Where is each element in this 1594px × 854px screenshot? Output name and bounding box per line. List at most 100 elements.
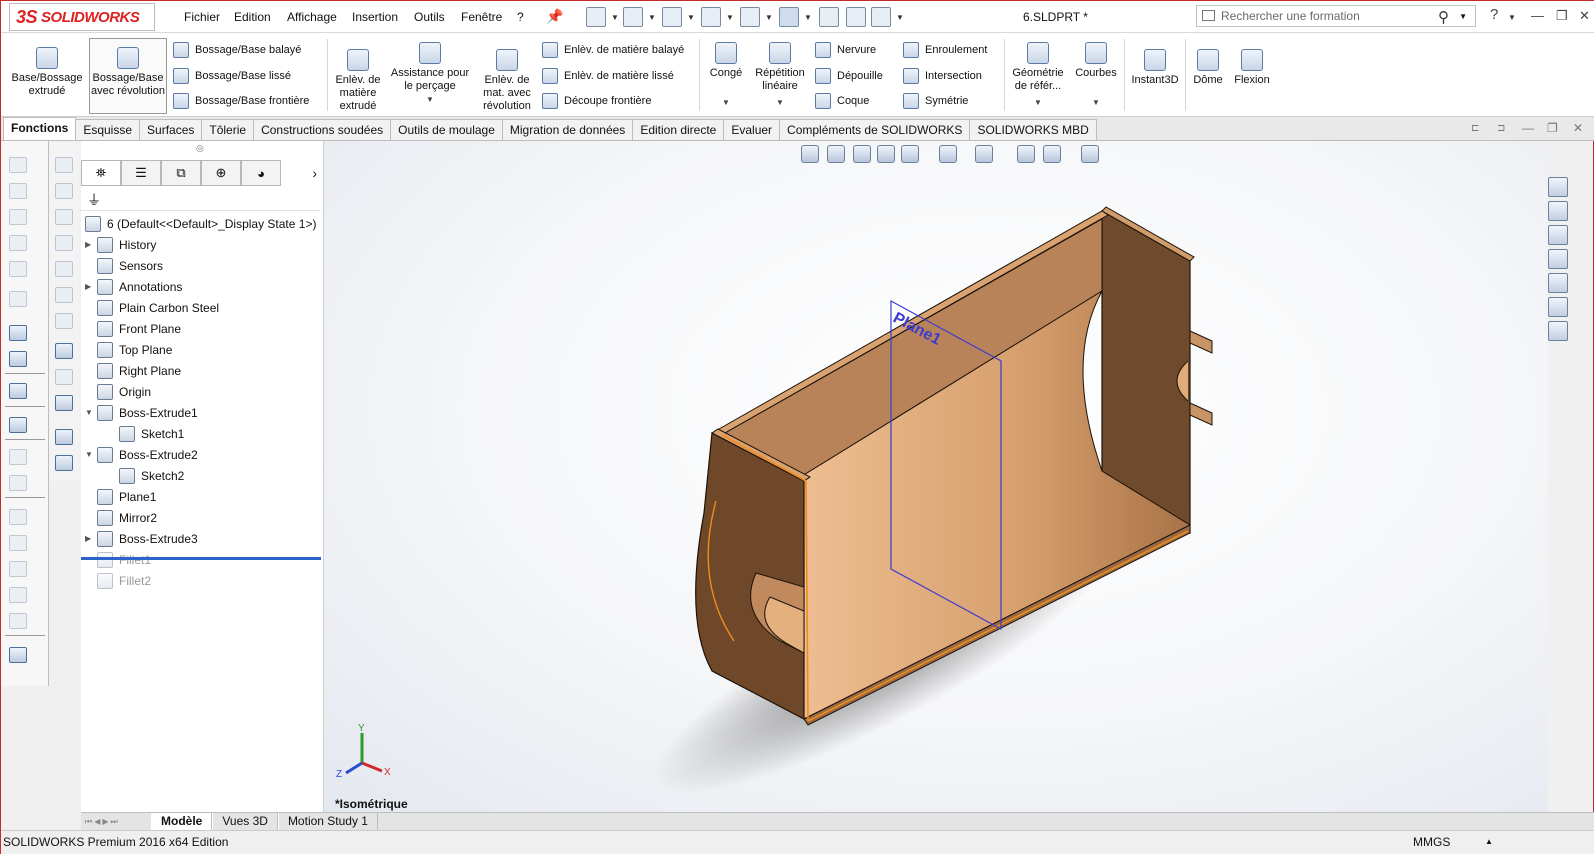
doc-close-icon[interactable]: ✕ bbox=[1573, 121, 1583, 135]
solidworks-logo[interactable]: 3S SOLIDWORKS bbox=[9, 3, 155, 31]
lofted-boss-button[interactable]: Bossage/Base lissé bbox=[173, 68, 291, 84]
menu-insertion[interactable]: Insertion bbox=[352, 10, 398, 24]
tab-constructions-soudees[interactable]: Constructions soudées bbox=[253, 119, 392, 140]
tab-surfaces[interactable]: Surfaces bbox=[139, 119, 203, 140]
next-tab-icon[interactable]: ▶ bbox=[102, 817, 108, 826]
menu-affichage[interactable]: Affichage bbox=[287, 10, 337, 24]
weldment-icon[interactable] bbox=[9, 509, 27, 525]
zoom-to-fit-icon[interactable] bbox=[801, 145, 819, 163]
tab-outils-de-moulage[interactable]: Outils de moulage bbox=[390, 119, 503, 140]
hole-wizard-dropdown-icon[interactable]: ▼ bbox=[387, 93, 473, 106]
tile-right-icon[interactable]: ⊐ bbox=[1497, 123, 1505, 134]
dome-button[interactable]: Dôme bbox=[1189, 49, 1227, 87]
design-library-icon[interactable] bbox=[1548, 201, 1568, 221]
view-orientation-icon[interactable] bbox=[901, 145, 919, 163]
expand-toggle-icon[interactable]: ▶ bbox=[85, 240, 97, 249]
section-view-icon[interactable] bbox=[877, 145, 895, 163]
tree-item-boss-extrude3[interactable]: ▶ Boss-Extrude3 bbox=[85, 528, 321, 549]
revolved-cut-button[interactable]: Enlèv. de mat. avec révolution bbox=[477, 49, 537, 113]
tree-root-part[interactable]: 6 (Default<<Default>_Display State 1>) bbox=[85, 213, 321, 234]
sketch-tool-icon[interactable] bbox=[9, 157, 27, 173]
tree-item-plane1[interactable]: Plane1 bbox=[85, 486, 321, 507]
first-tab-icon[interactable]: ⏮ bbox=[85, 817, 92, 827]
tab-scroll-arrows[interactable]: ⏮ ◀ ▶ ⏭ bbox=[81, 813, 151, 830]
tree-item-origin[interactable]: Origin bbox=[85, 381, 321, 402]
units-indicator[interactable]: MMGS bbox=[1413, 835, 1450, 849]
mirror-button[interactable]: Symétrie bbox=[903, 93, 968, 109]
select-pointer-icon[interactable] bbox=[779, 7, 799, 27]
units-dropdown-icon[interactable]: ▲ bbox=[1485, 837, 1493, 846]
save-dropdown-icon[interactable]: ▼ bbox=[687, 13, 695, 22]
apply-scene-icon[interactable] bbox=[1043, 145, 1061, 163]
options-dropdown-icon[interactable]: ▼ bbox=[896, 13, 904, 22]
hide-show-items-icon[interactable] bbox=[975, 145, 993, 163]
part-model[interactable]: Plane1 Y X Z bbox=[324, 141, 1548, 813]
rebuild-traffic-light-icon[interactable] bbox=[819, 7, 839, 27]
hole-shortcut-icon[interactable] bbox=[55, 313, 73, 329]
measure-icon[interactable] bbox=[9, 647, 27, 663]
tab-esquisse[interactable]: Esquisse bbox=[75, 119, 141, 140]
last-tab-icon[interactable]: ⏭ bbox=[111, 817, 118, 827]
hole-wizard-button[interactable]: Assistance pour le perçage ▼ bbox=[387, 42, 473, 106]
save-icon[interactable] bbox=[662, 7, 682, 27]
display-shortcut-icon[interactable] bbox=[55, 395, 73, 411]
solidworks-resources-icon[interactable] bbox=[1548, 177, 1568, 197]
linear-pattern-button[interactable]: Répétition linéaire ▼ bbox=[751, 42, 809, 109]
reference-axis-icon[interactable] bbox=[9, 351, 27, 367]
tab-edition-directe[interactable]: Edition directe bbox=[632, 119, 725, 140]
menu-fenetre[interactable]: Fenêtre bbox=[461, 10, 502, 24]
evaluate-icon[interactable] bbox=[9, 417, 27, 433]
features-icon[interactable] bbox=[9, 325, 27, 341]
file-properties-icon[interactable] bbox=[846, 7, 866, 27]
tree-item-top-plane[interactable]: Top Plane bbox=[85, 339, 321, 360]
new-dropdown-icon[interactable]: ▼ bbox=[611, 13, 619, 22]
rib-button[interactable]: Nervure bbox=[815, 42, 876, 58]
tree-item-history[interactable]: ▶ History bbox=[85, 234, 321, 255]
search-dropdown-icon[interactable]: ▼ bbox=[1459, 12, 1467, 21]
solidworks-forum-icon[interactable] bbox=[1548, 321, 1568, 341]
expand-toggle-icon[interactable]: ▶ bbox=[85, 282, 97, 291]
search-icon[interactable]: ⚲ bbox=[1438, 8, 1449, 26]
tab-vues-3d[interactable]: Vues 3D bbox=[212, 813, 278, 830]
undo-icon[interactable] bbox=[740, 7, 760, 27]
view-palette-icon[interactable] bbox=[1548, 249, 1568, 269]
curves-dropdown-icon[interactable]: ▼ bbox=[1071, 96, 1121, 109]
undo-dropdown-icon[interactable]: ▼ bbox=[765, 13, 773, 22]
intersect-button[interactable]: Intersection bbox=[903, 68, 982, 84]
draft-button[interactable]: Dépouille bbox=[815, 68, 883, 84]
reference-geometry-button[interactable]: Géométrie de référ... ▼ bbox=[1008, 42, 1068, 109]
tree-item-mirror2[interactable]: Mirror2 bbox=[85, 507, 321, 528]
chamfer-shortcut-icon[interactable] bbox=[55, 369, 73, 385]
feature-tree-tab[interactable]: ⛯ bbox=[81, 160, 121, 186]
menu-help[interactable]: ? bbox=[517, 10, 524, 24]
menu-outils[interactable]: Outils bbox=[414, 10, 445, 24]
swept-boss-button[interactable]: Bossage/Base balayé bbox=[173, 42, 301, 58]
tree-item-fillet2[interactable]: Fillet2 bbox=[85, 570, 321, 591]
view-shortcut-icon[interactable] bbox=[55, 455, 73, 471]
options-gear-icon[interactable] bbox=[871, 7, 891, 27]
previous-view-icon[interactable] bbox=[853, 145, 871, 163]
fillet-shortcut-icon[interactable] bbox=[55, 343, 73, 359]
swept-cut-button[interactable]: Enlèv. de matière balayé bbox=[542, 42, 684, 58]
doc-minimize-icon[interactable]: — bbox=[1522, 121, 1534, 135]
configuration-manager-tab[interactable]: ⧉ bbox=[161, 160, 201, 186]
tree-item-front-plane[interactable]: Front Plane bbox=[85, 318, 321, 339]
menu-fichier[interactable]: Fichier bbox=[184, 10, 220, 24]
edit-appearance-icon[interactable] bbox=[1017, 145, 1035, 163]
boundary-cut-button[interactable]: Découpe frontière bbox=[542, 93, 651, 109]
settings-gear-icon[interactable] bbox=[9, 383, 27, 399]
shell-button[interactable]: Coque bbox=[815, 93, 869, 109]
zebra-icon[interactable] bbox=[9, 475, 27, 491]
tree-item-right-plane[interactable]: Right Plane bbox=[85, 360, 321, 381]
relations-icon[interactable] bbox=[9, 235, 27, 251]
property-manager-tab[interactable]: ☰ bbox=[121, 160, 161, 186]
linear-pattern-dropdown-icon[interactable]: ▼ bbox=[751, 96, 809, 109]
repair-sketch-icon[interactable] bbox=[9, 261, 27, 277]
boundary-shortcut-icon[interactable] bbox=[55, 261, 73, 277]
open-folder-icon[interactable] bbox=[623, 7, 643, 27]
search-box[interactable]: Rechercher une formation ⚲ ▼ bbox=[1196, 5, 1476, 27]
core-icon[interactable] bbox=[9, 613, 27, 629]
pin-icon[interactable]: 📌 bbox=[546, 8, 563, 25]
panel-pin-icon[interactable]: ◎ bbox=[196, 143, 204, 154]
tab-modele[interactable]: Modèle bbox=[151, 813, 213, 830]
